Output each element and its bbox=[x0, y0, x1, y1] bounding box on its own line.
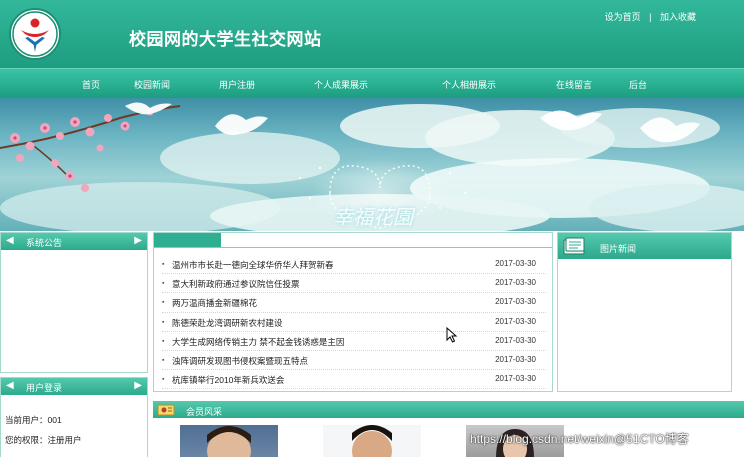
link-separator: | bbox=[649, 12, 652, 22]
nav-item-achievements[interactable]: 个人成果展示 bbox=[314, 78, 368, 91]
picture-news-title: 图片新闻 bbox=[600, 244, 637, 254]
news-divider bbox=[154, 247, 552, 248]
banner-overlay-text: 幸福花園 bbox=[333, 205, 413, 229]
notice-panel-header: ◀ 系统公告 ▶ bbox=[1, 233, 147, 250]
left-arrow-icon: ◀ bbox=[6, 235, 14, 246]
news-panel: ▪ 温州市市长赴一德向全球华侨华人拜贺新春 2017-03-30 ▪ 意大利新政… bbox=[153, 232, 553, 392]
news-item-title[interactable]: 浊阵调研发现图书侵权案暨现五特点 bbox=[172, 355, 308, 367]
bullet-icon: ▪ bbox=[162, 299, 165, 307]
news-item-date: 2017-03-30 bbox=[495, 259, 536, 268]
notice-panel: ◀ 系统公告 ▶ bbox=[0, 232, 148, 373]
news-item[interactable]: ▪ 两万温商播金新疆棉花 2017-03-30 bbox=[162, 293, 546, 313]
news-item-date: 2017-03-30 bbox=[495, 374, 536, 384]
news-item[interactable]: ▪ 浊阵调研发现图书侵权案暨现五特点 2017-03-30 bbox=[162, 351, 546, 371]
bullet-icon: ▪ bbox=[162, 376, 165, 384]
news-item[interactable]: ▪ 意大利新政府通过参议院信任投票 2017-03-30 bbox=[162, 274, 546, 294]
picture-news-header: 图片新闻 bbox=[558, 233, 731, 259]
add-favorite-link[interactable]: 加入收藏 bbox=[660, 12, 696, 22]
news-item-date: 2017-03-30 bbox=[495, 278, 536, 288]
member-photo[interactable] bbox=[180, 425, 278, 457]
mouse-cursor-icon bbox=[446, 327, 458, 343]
picture-news-panel: 图片新闻 bbox=[557, 232, 732, 392]
nav-item-campus-news[interactable]: 校园新闻 bbox=[134, 78, 170, 91]
news-tab[interactable] bbox=[154, 233, 221, 247]
members-title: 会员风采 bbox=[186, 407, 223, 417]
member-portrait bbox=[207, 426, 251, 457]
logo-icon[interactable] bbox=[9, 8, 61, 60]
news-item-date: 2017-03-30 bbox=[495, 297, 536, 307]
news-item-title[interactable]: 陈德荣赴龙湾调研新农村建设 bbox=[172, 317, 283, 329]
logo-graphic bbox=[12, 11, 58, 57]
login-panel-header: ◀ 用户登录 ▶ bbox=[1, 378, 147, 395]
members-panel-header: 会员风采 bbox=[153, 401, 744, 418]
notice-title: 系统公告 bbox=[26, 238, 63, 248]
set-homepage-link[interactable]: 设为首页 bbox=[605, 12, 641, 22]
news-item-date: 2017-03-30 bbox=[495, 335, 536, 345]
news-item-title[interactable]: 温州市市长赴一德向全球华侨华人拜贺新春 bbox=[172, 259, 334, 271]
current-user-label: 当前用户：001 bbox=[5, 415, 62, 425]
nav-item-guestbook[interactable]: 在线留言 bbox=[556, 78, 592, 91]
bullet-icon: ▪ bbox=[162, 356, 165, 364]
bullet-icon: ▪ bbox=[162, 337, 165, 345]
news-item[interactable]: ▪ 陈德荣赴龙湾调研新农村建设 2017-03-30 bbox=[162, 313, 546, 332]
news-item-title[interactable]: 意大利新政府通过参议院信任投票 bbox=[172, 278, 300, 290]
right-arrow-icon: ▶ bbox=[134, 235, 142, 246]
news-item-title[interactable]: 杭库镇举行2010年新兵欢送会 bbox=[172, 374, 284, 386]
news-item[interactable]: ▪ 大学生成网络传销主力 禁不起金钱诱惑是主因 2017-03-30 bbox=[162, 332, 546, 351]
news-item-title[interactable]: 两万温商播金新疆棉花 bbox=[172, 297, 257, 309]
nav-item-register[interactable]: 用户注册 bbox=[219, 78, 255, 91]
news-item[interactable]: ▪ 杭库镇举行2010年新兵欢送会 2017-03-30 bbox=[162, 370, 546, 390]
nav-item-home[interactable]: 首页 bbox=[82, 78, 100, 91]
members-panel: 会员风采 bbox=[153, 401, 744, 457]
nav-item-albums[interactable]: 个人相册展示 bbox=[442, 78, 496, 91]
news-list: ▪ 温州市市长赴一德向全球华侨华人拜贺新春 2017-03-30 ▪ 意大利新政… bbox=[162, 255, 546, 390]
login-title: 用户登录 bbox=[26, 383, 63, 393]
right-arrow-icon: ▶ bbox=[134, 380, 142, 391]
nav-item-admin[interactable]: 后台 bbox=[629, 78, 647, 91]
news-item[interactable]: ▪ 温州市市长赴一德向全球华侨华人拜贺新春 2017-03-30 bbox=[162, 255, 546, 275]
news-item-title[interactable]: 大学生成网络传销主力 禁不起金钱诱惑是主因 bbox=[172, 336, 344, 348]
watermark-text: https://blog.csdn.net/weixin@51CTO博客 bbox=[470, 432, 689, 446]
bullet-icon: ▪ bbox=[162, 280, 165, 288]
main-nav: 首页 校园新闻 用户注册 个人成果展示 个人相册展示 在线留言 后台 bbox=[0, 68, 744, 98]
bullet-icon: ▪ bbox=[162, 318, 165, 326]
top-links: 设为首页 | 加入收藏 bbox=[605, 10, 696, 23]
news-item-date: 2017-03-30 bbox=[495, 316, 536, 326]
bullet-icon: ▪ bbox=[162, 261, 165, 268]
member-portrait bbox=[352, 425, 392, 457]
member-photo[interactable] bbox=[323, 425, 421, 457]
left-arrow-icon: ◀ bbox=[6, 380, 14, 391]
login-panel: ◀ 用户登录 ▶ 当前用户：001 您的权限：注册用户 bbox=[0, 377, 148, 457]
site-header: 校园网的大学生社交网站 设为首页 | 加入收藏 bbox=[0, 0, 744, 68]
members-icon bbox=[157, 404, 175, 416]
book-icon bbox=[563, 237, 585, 255]
hero-banner: 幸福花園 bbox=[0, 98, 744, 231]
permission-label: 您的权限：注册用户 bbox=[5, 435, 82, 445]
site-title: 校园网的大学生社交网站 bbox=[129, 30, 322, 50]
news-item-date: 2017-03-30 bbox=[495, 354, 536, 364]
